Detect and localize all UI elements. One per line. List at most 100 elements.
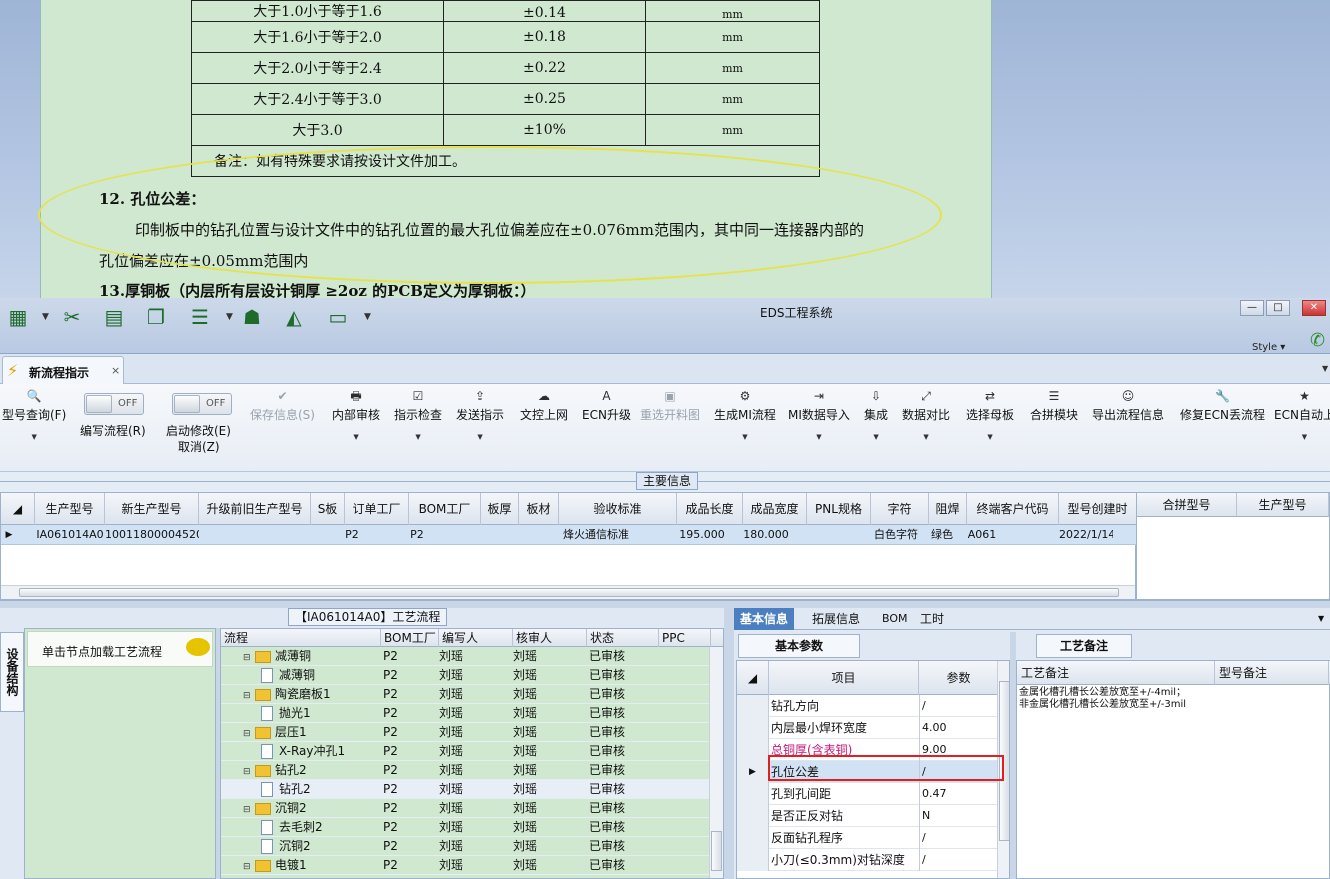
reselect-cutting-button[interactable]: ▣ 重选开料图 <box>640 388 700 423</box>
column-header[interactable]: 生产型号 <box>35 493 105 525</box>
load-flow-hint[interactable]: 单击节点加载工艺流程 <box>27 631 213 667</box>
cancel-button[interactable]: 取消(Z) <box>178 438 220 455</box>
tree-row[interactable]: ⊟ 沉铜2 P2 刘瑶 刘瑶 已审核 <box>221 799 711 818</box>
column-header[interactable]: 字符 <box>871 493 929 525</box>
auto-modify-toggle[interactable]: OFF <box>172 393 232 415</box>
column-header[interactable]: 成品长度 <box>677 493 743 525</box>
style-menu[interactable]: Style ▾ <box>1252 342 1285 353</box>
chevron-down-icon[interactable]: ▼ <box>1322 364 1328 373</box>
scroll-thumb[interactable] <box>19 588 1119 597</box>
cell[interactable]: A061 <box>967 525 997 545</box>
tree-row[interactable]: ⊟ 钻孔2 P2 刘瑶 刘瑶 已审核 <box>221 761 711 780</box>
param-row[interactable]: 是否正反对钻 N <box>737 805 999 827</box>
tree-node[interactable]: ⊟ 减薄铜 <box>243 647 311 666</box>
model-query-button[interactable]: 🔍 型号查询(F) ▼ <box>2 388 66 441</box>
param-value[interactable]: 4.00 <box>919 717 999 739</box>
tab-basic-info[interactable]: 基本信息 <box>734 608 795 630</box>
column-header[interactable]: 参数 <box>919 661 999 695</box>
row-selector[interactable]: ▶ <box>737 761 769 783</box>
param-value[interactable]: / <box>919 849 999 871</box>
tree-row[interactable]: 减薄铜 P2 刘瑶 刘瑶 已审核 <box>221 666 711 685</box>
ecn-upgrade-button[interactable]: A ECN升级 <box>582 388 631 423</box>
row-selector[interactable] <box>737 783 769 805</box>
param-value[interactable]: / <box>919 695 999 717</box>
chevron-down-icon[interactable]: ▼ <box>1318 614 1324 623</box>
list-icon[interactable]: ☰ <box>188 306 212 328</box>
select-all-corner[interactable]: ◢ <box>737 661 769 695</box>
column-header[interactable]: S板 <box>311 493 345 525</box>
param-value[interactable]: 0.47 <box>919 783 999 805</box>
merge-module-button[interactable]: ☰ 合拼模块 <box>1030 388 1078 423</box>
column-header[interactable]: 生产型号 <box>1237 493 1329 517</box>
data-compare-button[interactable]: ⤢ 数据对比 ▼ <box>902 388 950 441</box>
row-selector[interactable] <box>737 739 769 761</box>
param-row[interactable]: 内层最小焊环宽度 4.00 <box>737 717 999 739</box>
chevron-down-icon[interactable]: ▼ <box>226 312 233 322</box>
param-row[interactable]: 孔到孔间距 0.47 <box>737 783 999 805</box>
column-header[interactable]: 板材 <box>519 493 559 525</box>
film-icon[interactable]: ▤ <box>102 306 126 328</box>
column-header[interactable]: 流程 <box>221 629 381 647</box>
tree-node[interactable]: 抛光1 <box>261 704 311 723</box>
tab-new-process[interactable]: ⚡ 新流程指示 × <box>2 356 124 384</box>
tree-row[interactable]: X-Ray冲孔1 P2 刘瑶 刘瑶 已审核 <box>221 742 711 761</box>
param-row[interactable]: 钻孔方向 / <box>737 695 999 717</box>
tab-work-hours[interactable]: 工时 <box>914 608 950 630</box>
row-selector[interactable] <box>737 695 769 717</box>
column-header[interactable]: 项目 <box>769 661 919 695</box>
tree-row[interactable]: 钻孔2 P2 刘瑶 刘瑶 已审核 <box>221 780 711 799</box>
tree-row[interactable]: 去毛刺2 P2 刘瑶 刘瑶 已审核 <box>221 818 711 837</box>
param-row[interactable]: 反面钻孔程序 / <box>737 827 999 849</box>
tree-row[interactable]: 沉铜2 P2 刘瑶 刘瑶 已审核 <box>221 837 711 856</box>
row-selector[interactable] <box>737 827 769 849</box>
cell[interactable]: 180.000 <box>743 525 789 545</box>
vertical-scrollbar[interactable] <box>709 647 723 878</box>
tab-bom[interactable]: BOM <box>876 608 914 630</box>
tree-node[interactable]: X-Ray冲孔1 <box>261 742 345 761</box>
column-header[interactable]: 工艺备注 <box>1017 661 1215 685</box>
column-header[interactable]: 合拼型号 <box>1137 493 1237 517</box>
tree-node[interactable]: 去毛刺2 <box>261 818 323 837</box>
select-all-corner[interactable]: ◢ <box>1 493 35 525</box>
tab-process-remarks[interactable]: 工艺备注 <box>1036 634 1132 658</box>
row-selector[interactable] <box>737 805 769 827</box>
internal-review-button[interactable]: 🖶 内部审核 ▼ <box>332 388 380 441</box>
cell[interactable] <box>519 525 559 545</box>
copy-icon[interactable]: ❐ <box>144 306 168 328</box>
cell[interactable]: 2022/1/14 <box>1059 525 1113 545</box>
cell[interactable]: 195.000 <box>677 525 727 545</box>
param-value[interactable]: / <box>919 827 999 849</box>
column-header[interactable]: 订单工厂 <box>345 493 409 525</box>
column-header[interactable]: PPC <box>659 629 711 647</box>
send-instruction-button[interactable]: ⇪ 发送指示 ▼ <box>456 388 504 441</box>
cell[interactable] <box>199 525 311 545</box>
scroll-thumb[interactable] <box>711 831 722 871</box>
ecn-auto-upload-button[interactable]: ★ ECN自动上 ▼ <box>1274 388 1330 441</box>
horizontal-scrollbar[interactable] <box>1 585 1135 599</box>
tab-basic-params[interactable]: 基本参数 <box>738 634 860 658</box>
param-row[interactable]: 小刀(≤0.3mm)对钻深度 / <box>737 849 999 871</box>
cell[interactable]: 烽火通信标准 <box>559 525 633 545</box>
tree-row[interactable]: ⊟ 电镀1 P2 刘瑶 刘瑶 已审核 <box>221 856 711 875</box>
cell[interactable]: 10011800004520 <box>105 525 199 545</box>
cell[interactable]: P2 <box>409 525 425 545</box>
tab-equipment-structure[interactable]: 设备结构 <box>0 632 24 712</box>
param-value[interactable]: N <box>919 805 999 827</box>
column-header[interactable]: PNL规格 <box>807 493 871 525</box>
cell[interactable] <box>481 525 519 545</box>
column-header[interactable]: 编写人 <box>439 629 513 647</box>
tree-node[interactable]: 钻孔2 <box>261 780 311 799</box>
scissors-icon[interactable]: ✂ <box>60 306 84 328</box>
close-button[interactable]: ✕ <box>1302 300 1326 316</box>
column-header[interactable]: BOM工厂 <box>409 493 481 525</box>
cell[interactable]: P2 <box>345 525 359 545</box>
column-header[interactable]: 型号创建时 <box>1059 493 1137 525</box>
tree-node[interactable]: 沉铜2 <box>261 837 311 856</box>
tree-row[interactable]: ⊟ 陶瓷磨板1 P2 刘瑶 刘瑶 已审核 <box>221 685 711 704</box>
tree-row[interactable]: ⊟ 层压1 P2 刘瑶 刘瑶 已审核 <box>221 723 711 742</box>
remark-line[interactable]: 非金属化槽孔槽长公差放宽至+/-3mil <box>1019 699 1186 711</box>
tree-node[interactable]: ⊟ 电镀1 <box>243 856 307 875</box>
tree-node[interactable]: ⊟ 陶瓷磨板1 <box>243 685 331 704</box>
select-mother-board-button[interactable]: ⇄ 选择母板 ▼ <box>966 388 1014 441</box>
tree-row[interactable]: 抛光1 P2 刘瑶 刘瑶 已审核 <box>221 704 711 723</box>
